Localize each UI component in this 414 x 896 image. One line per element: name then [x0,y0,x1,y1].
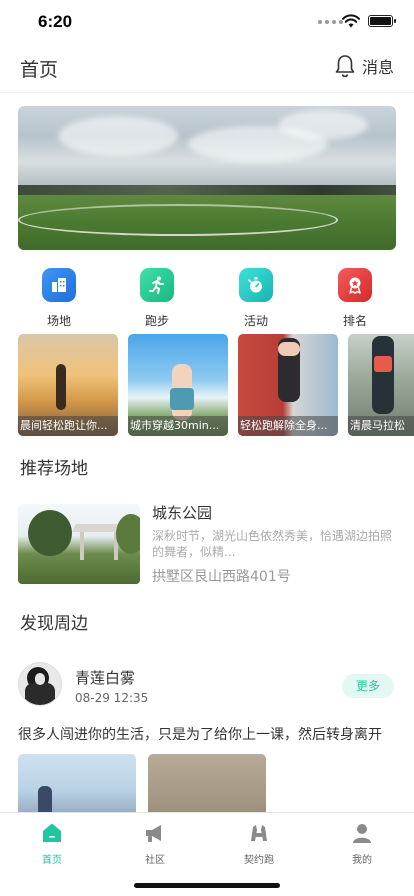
tab-label: 我的 [352,855,372,866]
battery-icon [368,15,396,27]
home-indicator [134,883,280,888]
quick-nav-label: 排名 [342,314,367,328]
quick-nav: 场地 跑步 活动 排名 [0,268,414,330]
status-bar: 6:20 [0,0,414,44]
section-title-discover: 发现周边 [20,614,88,634]
quick-nav-ranking[interactable]: 排名 [325,268,385,329]
runner-icon [140,268,174,302]
activity-cards: 晨间轻松跑让你... 城市穿越30min... 轻松跑解除全身... 清晨马拉松 [18,334,414,436]
messages-label: 消息 [361,58,394,77]
venue-address: 拱墅区艮山西路401号 [152,569,291,585]
venue-item[interactable]: 城东公园 深秋时节，湖光山色依然秀美，恰遇湖边拍照的舞者，似精... 拱墅区艮山… [18,500,396,590]
tab-contract-run[interactable]: 契约跑 [229,821,289,866]
quick-nav-running[interactable]: 跑步 [127,268,187,329]
building-icon [42,268,76,302]
medal-icon [338,268,372,302]
page-title: 首页 [20,59,59,81]
post-timestamp: 08-29 12:35 [75,691,149,705]
venue-name: 城东公园 [152,504,213,522]
handshake-icon [251,825,267,841]
header: 首页 消息 [0,50,414,86]
activity-card[interactable]: 晨间轻松跑让你... [18,334,118,436]
banner-image[interactable] [18,106,396,250]
activity-card[interactable]: 城市穿越30min... [128,334,228,436]
quick-nav-label: 场地 [46,314,71,328]
quick-nav-venue[interactable]: 场地 [29,268,89,329]
activity-card-caption: 城市穿越30min... [128,416,228,436]
activity-card-caption: 轻松跑解除全身... [238,416,338,436]
activity-card-caption: 清晨马拉松 [348,416,414,436]
user-icon [353,824,371,843]
wifi-icon [342,14,360,28]
bell-icon [335,55,355,78]
post-text: 很多人闯进你的生活，只是为了给你上一课，然后转身离开 [18,727,382,743]
tab-label: 社区 [145,855,165,866]
tab-label: 契约跑 [244,855,274,866]
quick-nav-activity[interactable]: 活动 [226,268,286,329]
status-time: 6:20 [38,12,73,31]
post-username[interactable]: 青莲白雾 [75,667,135,688]
header-divider [0,92,414,93]
avatar[interactable] [18,662,62,706]
quick-nav-label: 活动 [243,314,268,328]
activity-card[interactable]: 轻松跑解除全身... [238,334,338,436]
venue-image [18,504,140,584]
home-icon [43,823,61,842]
activity-card-caption: 晨间轻松跑让你... [18,416,118,436]
tab-community[interactable]: 社区 [125,821,185,866]
activity-card[interactable]: 清晨马拉松 [348,334,414,436]
section-title-recommended: 推荐场地 [20,459,88,479]
tab-profile[interactable]: 我的 [332,821,392,866]
venue-description: 深秋时节，湖光山色依然秀美，恰遇湖边拍照的舞者，似精... [152,529,393,559]
megaphone-icon [146,825,161,842]
quick-nav-label: 跑步 [144,314,169,328]
stopwatch-icon [239,268,273,302]
more-button[interactable]: 更多 [342,674,394,698]
signal-icon [318,20,343,24]
tab-label: 首页 [42,855,62,866]
messages-button[interactable]: 消息 [334,54,394,78]
tab-home[interactable]: 首页 [22,821,82,866]
